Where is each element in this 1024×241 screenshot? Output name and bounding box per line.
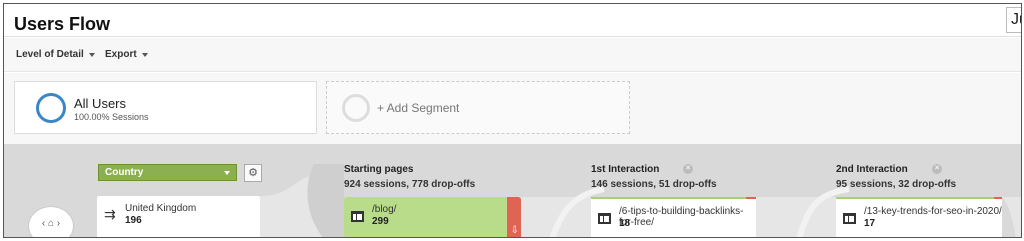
gear-icon[interactable]: ⚙ bbox=[244, 164, 262, 182]
node-label: United Kingdom bbox=[125, 203, 197, 214]
column-stats-starting-pages: 924 sessions, 778 drop-offs bbox=[344, 179, 476, 190]
segment-name: All Users bbox=[74, 96, 127, 111]
empty-ring-icon bbox=[342, 94, 370, 122]
export-menu[interactable]: Export bbox=[105, 49, 148, 60]
connector-i2-next bbox=[1002, 197, 1021, 237]
segment-card-all-users[interactable]: All Users 100.00% Sessions bbox=[14, 81, 317, 134]
column-title-starting-pages: Starting pages bbox=[344, 164, 414, 175]
node-label: /blog/ bbox=[372, 204, 397, 215]
add-segment-button[interactable]: + Add Segment bbox=[326, 81, 630, 134]
node-count: 18 bbox=[619, 218, 631, 229]
add-segment-label: + Add Segment bbox=[377, 101, 460, 115]
date-range-picker[interactable]: Ju bbox=[1006, 7, 1021, 33]
node-label: /6-tips-to-building-backlinks-for-free/ bbox=[619, 206, 744, 228]
dimension-select[interactable]: Country bbox=[98, 164, 237, 181]
dimension-label: Country bbox=[105, 167, 144, 178]
caret-down-icon bbox=[88, 52, 95, 57]
node-count: 299 bbox=[372, 216, 389, 227]
home-icon[interactable]: ⌂ bbox=[48, 218, 54, 229]
node-2nd-interaction[interactable]: /13-key-trends-for-seo-in-2020/ 17 bbox=[836, 197, 1002, 237]
node-count: 17 bbox=[864, 218, 876, 229]
segment-bar: All Users 100.00% Sessions + Add Segment bbox=[4, 73, 1021, 144]
column-title-1st-interaction: 1st Interaction bbox=[591, 164, 660, 175]
page-icon bbox=[843, 213, 856, 224]
node-starting-page-blog[interactable]: /blog/ 299 ⇩ bbox=[344, 197, 521, 237]
home-navigator[interactable]: ‹ ⌂ › bbox=[28, 206, 74, 237]
level-of-detail-menu[interactable]: Level of Detail bbox=[16, 49, 95, 60]
page-title: Users Flow bbox=[14, 14, 111, 34]
users-flow-panel: Users Flow Ju Level of Detail Export All… bbox=[3, 3, 1022, 238]
dropoff-bar[interactable]: ⇩ bbox=[507, 197, 521, 237]
page-icon bbox=[351, 211, 364, 222]
title-bar: Users Flow Ju bbox=[4, 4, 1021, 37]
chevron-left-icon[interactable]: ‹ bbox=[42, 218, 45, 229]
close-circle-icon[interactable]: ✕ bbox=[932, 164, 942, 174]
chevron-right-icon[interactable]: › bbox=[57, 218, 60, 229]
dropoff-tip bbox=[746, 197, 756, 199]
column-title-2nd-interaction: 2nd Interaction bbox=[836, 164, 908, 175]
page-icon bbox=[598, 213, 611, 224]
node-count: 196 bbox=[125, 215, 142, 226]
caret-down-icon bbox=[141, 52, 148, 57]
node-label: /13-key-trends-for-seo-in-2020/ bbox=[864, 206, 1002, 217]
segment-ring-icon bbox=[36, 93, 66, 123]
node-1st-interaction[interactable]: /6-tips-to-building-backlinks-for-free/ … bbox=[591, 197, 756, 237]
caret-down-icon bbox=[224, 171, 230, 175]
node-country-united-kingdom[interactable]: ⇉ United Kingdom 196 bbox=[97, 196, 260, 237]
segment-sessions: 100.00% Sessions bbox=[74, 112, 149, 122]
toolbar: Level of Detail Export bbox=[4, 38, 1021, 72]
flow-canvas: Country ⚙ Starting pages 924 sessions, 7… bbox=[4, 144, 1021, 237]
redirect-arrow-icon: ⇉ bbox=[104, 206, 116, 222]
close-circle-icon[interactable]: ✕ bbox=[683, 164, 693, 174]
level-of-detail-label: Level of Detail bbox=[16, 49, 84, 60]
dropoff-arrow-icon: ⇩ bbox=[510, 225, 519, 236]
column-stats-1st-interaction: 146 sessions, 51 drop-offs bbox=[591, 179, 717, 190]
column-stats-2nd-interaction: 95 sessions, 32 drop-offs bbox=[836, 179, 957, 190]
connector-i1-i2 bbox=[756, 197, 836, 237]
export-label: Export bbox=[105, 49, 137, 60]
dropoff-tip bbox=[994, 197, 1002, 199]
